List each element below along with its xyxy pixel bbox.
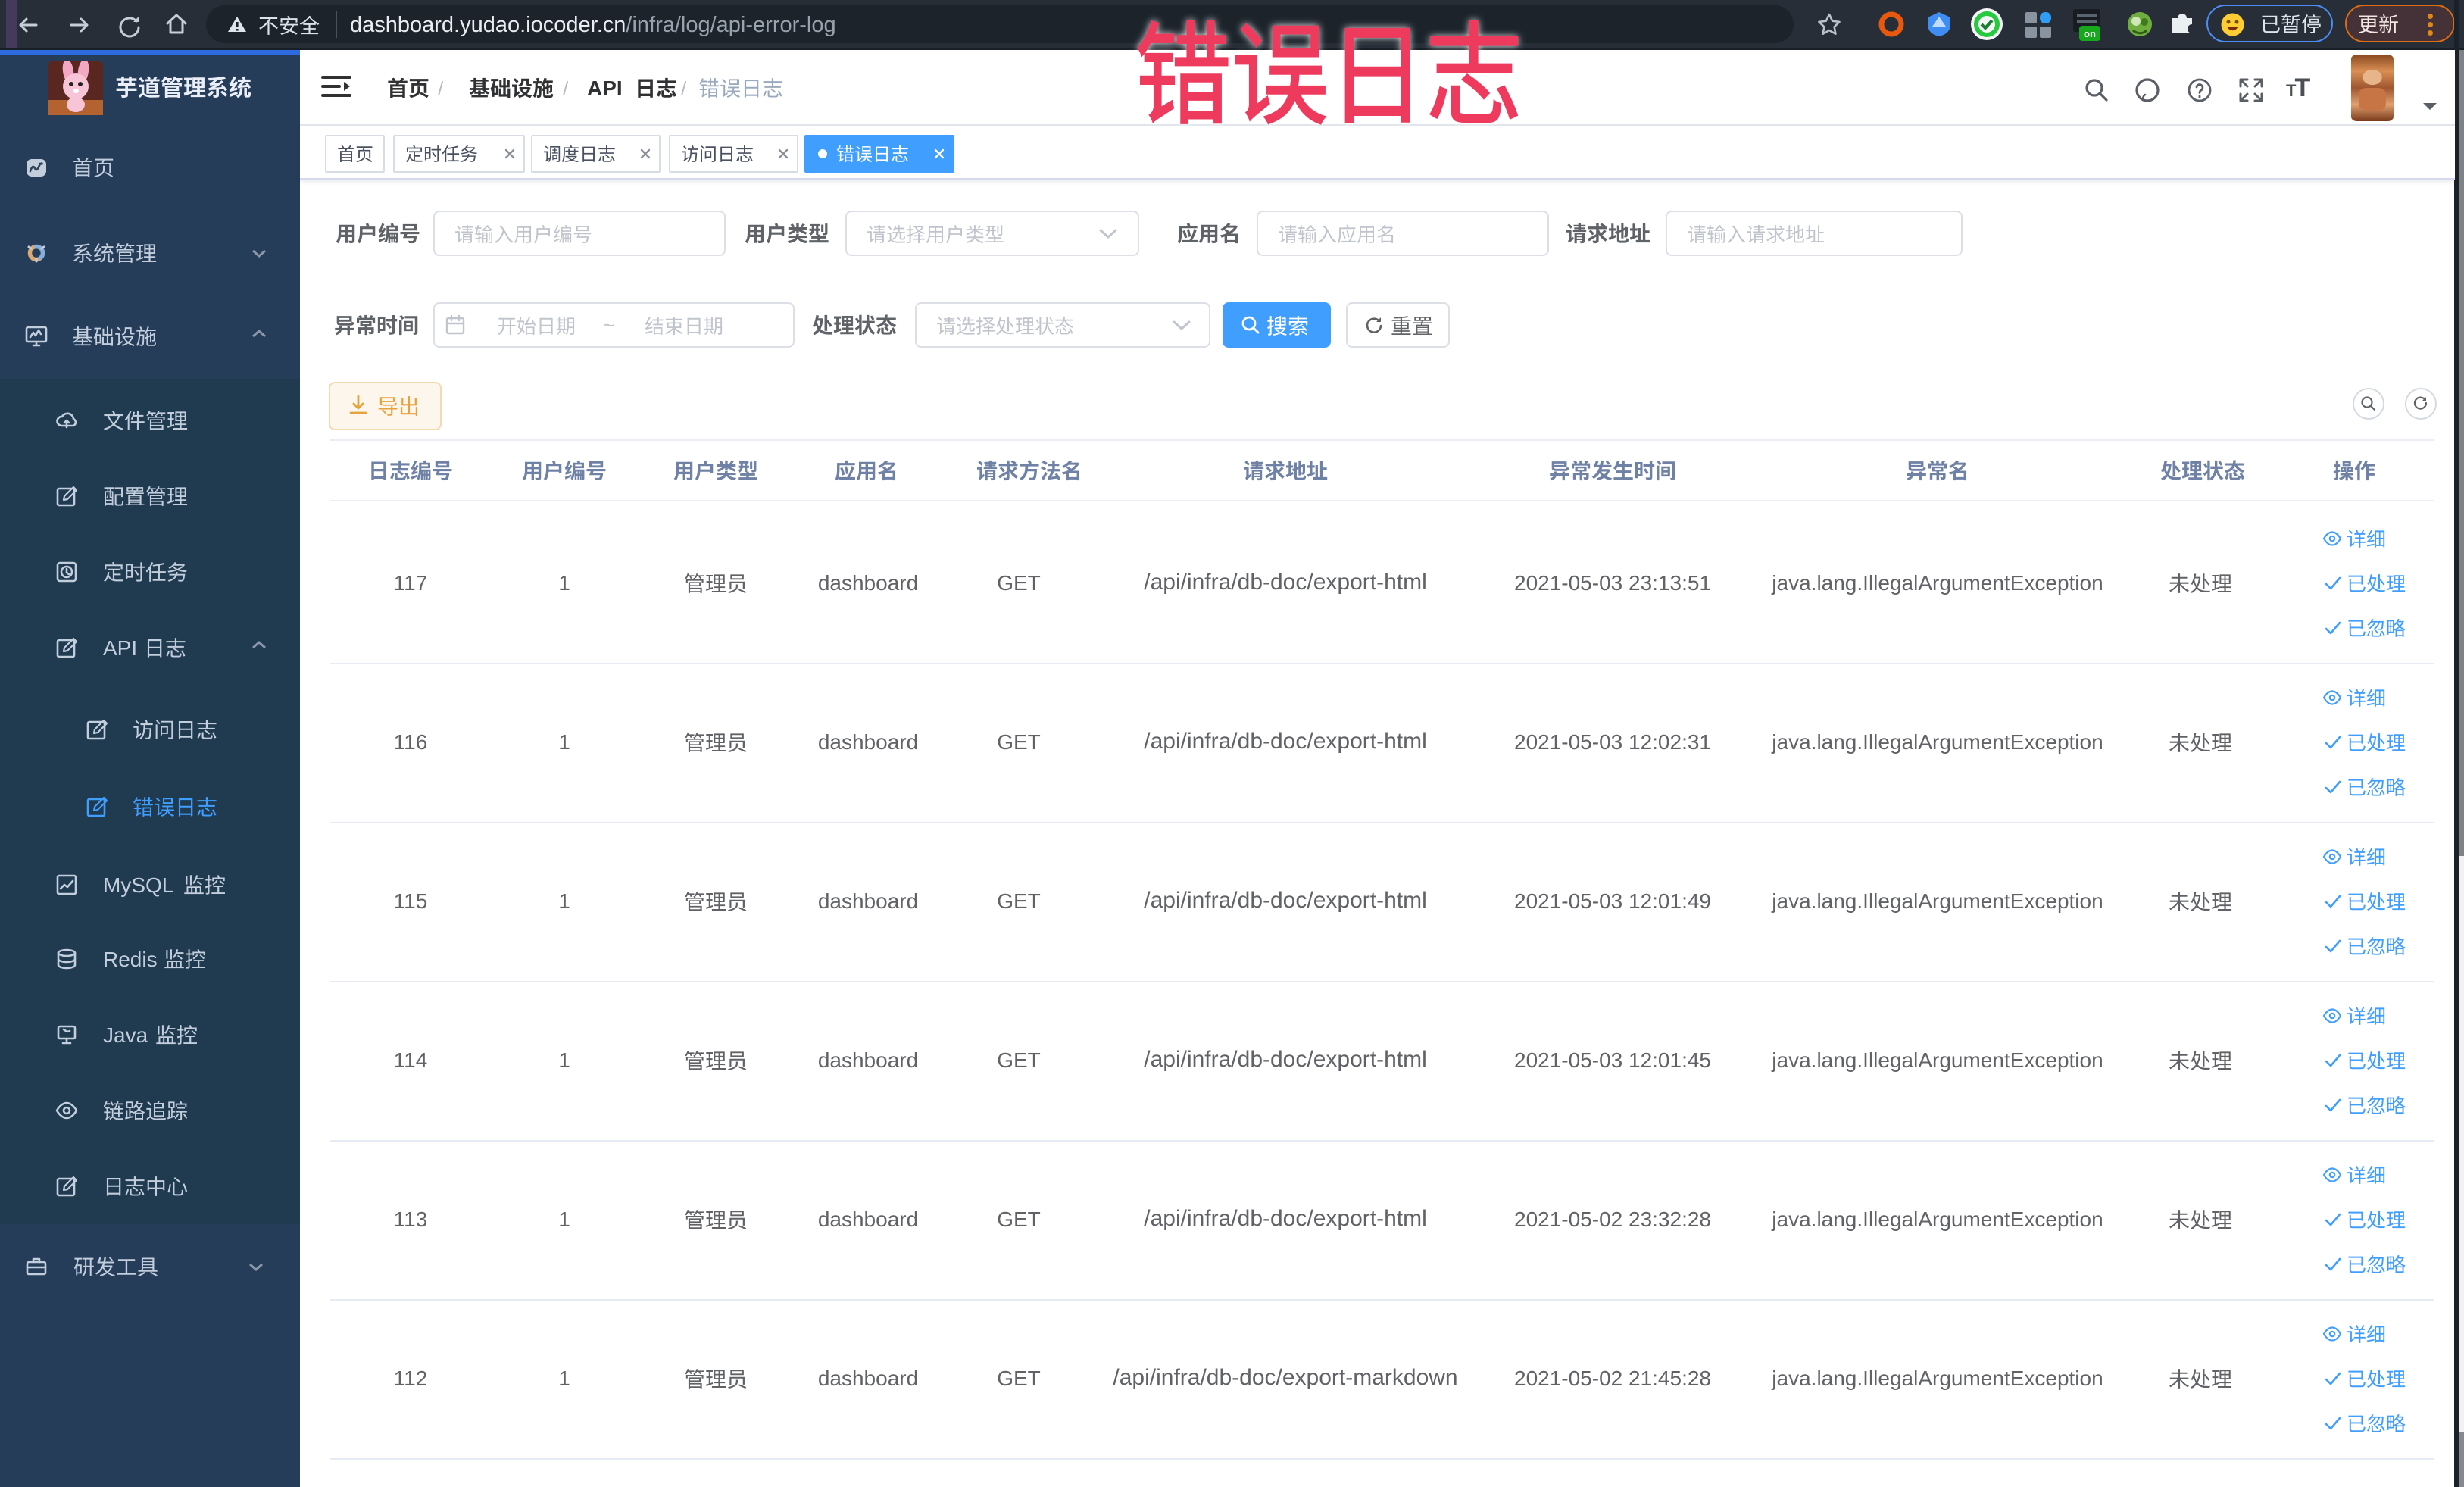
svg-text:on: on [2084, 28, 2096, 39]
